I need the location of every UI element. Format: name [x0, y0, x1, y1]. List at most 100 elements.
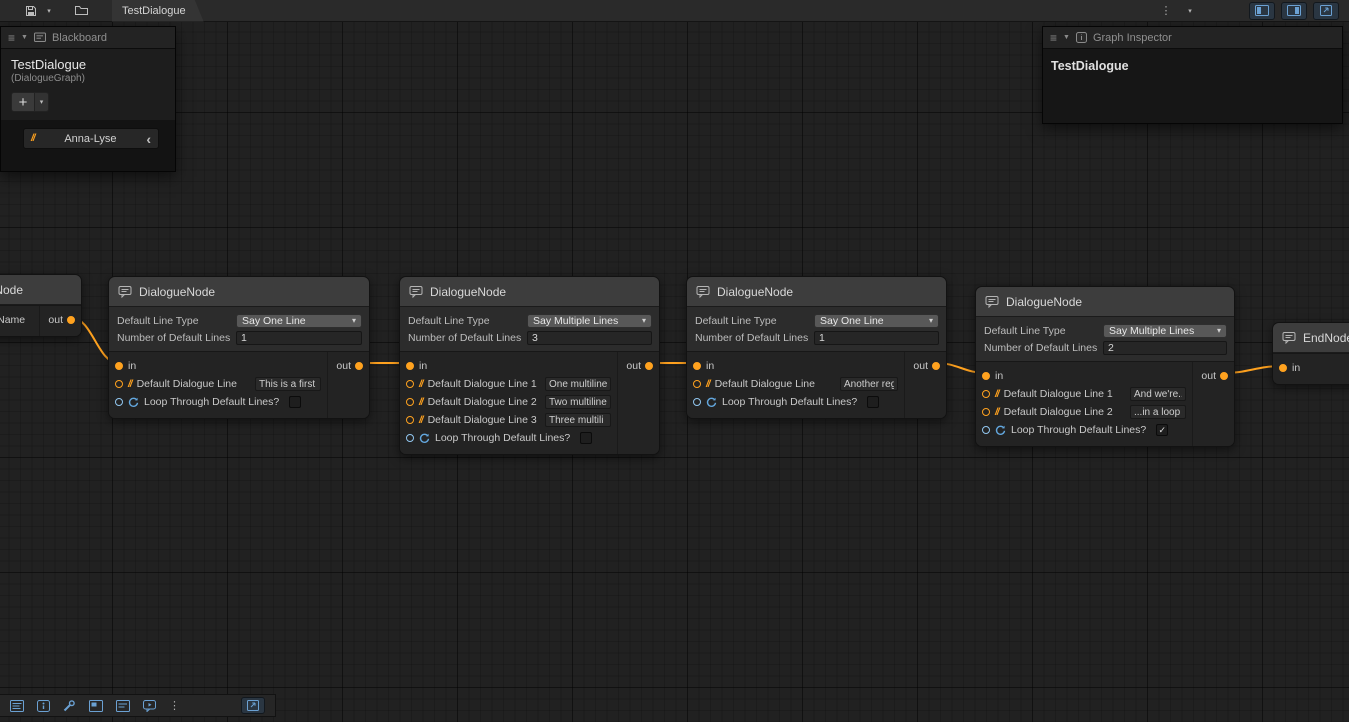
console-button[interactable]: [10, 700, 24, 712]
dialogue-line-field[interactable]: [545, 413, 611, 427]
node-title-bar[interactable]: DialogueNode: [687, 277, 946, 307]
graph-inspector-header[interactable]: ≡ ▼ i Graph Inspector: [1043, 27, 1342, 49]
dialogue-line-field[interactable]: [255, 377, 321, 391]
kebab-menu-button[interactable]: ⋮: [1157, 2, 1175, 20]
default-line-type-dropdown[interactable]: Say Multiple Lines ▾: [1103, 324, 1227, 338]
dialogue-line-port[interactable]: [406, 398, 414, 406]
loop-checkbox[interactable]: ✓: [1156, 424, 1168, 436]
number-of-default-lines-field[interactable]: [814, 331, 939, 345]
inspector-button[interactable]: [37, 700, 50, 712]
in-port[interactable]: [115, 362, 123, 370]
chevron-down-icon: ▾: [348, 317, 356, 325]
save-button[interactable]: [22, 2, 40, 20]
dialogue-line-field[interactable]: [840, 377, 898, 391]
dialogue-line-port[interactable]: [982, 408, 990, 416]
out-port[interactable]: [932, 362, 940, 370]
save-dropdown-button[interactable]: ▾: [40, 2, 58, 20]
in-port[interactable]: [982, 372, 990, 380]
property-label: Number of Default Lines: [695, 332, 814, 344]
out-port[interactable]: [67, 316, 75, 324]
graph-name: TestDialogue: [11, 57, 165, 72]
maximize-button[interactable]: [1313, 2, 1339, 20]
loop-checkbox[interactable]: [867, 396, 879, 408]
graph-subtitle: (DialogueGraph): [11, 73, 165, 84]
loop-port[interactable]: [693, 398, 701, 406]
blackboard-icon: [116, 700, 130, 712]
minimap-button[interactable]: [89, 700, 103, 712]
node-title: DialogueNode: [139, 285, 215, 299]
blackboard-button[interactable]: [116, 700, 130, 712]
number-of-default-lines-field[interactable]: [1103, 341, 1227, 355]
in-port[interactable]: [406, 362, 414, 370]
collapse-chevron-icon[interactable]: ‹: [146, 132, 151, 146]
open-external-icon: [247, 700, 259, 711]
loop-port[interactable]: [115, 398, 123, 406]
dialogue-line-port[interactable]: [115, 380, 123, 388]
node-title-bar[interactable]: EndNode: [1273, 323, 1349, 353]
dialogue-node-2[interactable]: DialogueNode Default Line Type Say Multi…: [399, 276, 660, 455]
in-port[interactable]: [1279, 364, 1287, 372]
collapse-arrow-icon[interactable]: ▼: [21, 34, 28, 41]
add-property-dropdown[interactable]: ▾: [35, 92, 49, 112]
blackboard-icon: [34, 32, 46, 43]
port-row: out: [328, 357, 369, 375]
open-external-button[interactable]: [241, 697, 265, 714]
dialogue-node-4[interactable]: DialogueNode Default Line Type Say Multi…: [975, 286, 1235, 447]
blackboard-header[interactable]: ≡ ▼ Blackboard: [1, 27, 175, 49]
dialogue-line-field[interactable]: [545, 377, 611, 391]
port-label: in: [706, 360, 714, 372]
node-title-bar[interactable]: DialogueNode: [976, 287, 1234, 317]
blackboard-toggle-button[interactable]: [1249, 2, 1275, 20]
add-property-button[interactable]: +: [11, 92, 35, 112]
console-icon: [10, 700, 24, 712]
inspector-toggle-button[interactable]: [1281, 2, 1307, 20]
out-port[interactable]: [355, 362, 363, 370]
exposed-property-name: Anna-Lyse: [40, 133, 142, 145]
graph-inspector-panel[interactable]: ≡ ▼ i Graph Inspector TestDialogue: [1042, 26, 1343, 124]
hamburger-icon[interactable]: ≡: [1050, 32, 1057, 44]
default-line-type-dropdown[interactable]: Say One Line ▾: [236, 314, 362, 328]
port-label: out: [626, 360, 641, 372]
loop-checkbox[interactable]: [580, 432, 592, 444]
out-port[interactable]: [1220, 372, 1228, 380]
number-of-default-lines-field[interactable]: [527, 331, 652, 345]
loop-checkbox[interactable]: [289, 396, 301, 408]
dialogue-line-port[interactable]: [406, 416, 414, 424]
view-dropdown-button[interactable]: ▾: [1181, 2, 1199, 20]
node-title-bar[interactable]: DialogueNode: [109, 277, 369, 307]
dialogue-node-1[interactable]: DialogueNode Default Line Type Say One L…: [108, 276, 370, 419]
open-asset-button[interactable]: [72, 2, 90, 20]
dialogue-icon: [985, 295, 999, 308]
start-node[interactable]: StartNode SpeakerName out: [0, 274, 82, 337]
in-port[interactable]: [693, 362, 701, 370]
node-title-bar[interactable]: DialogueNode: [400, 277, 659, 307]
loop-port[interactable]: [982, 426, 990, 434]
default-line-type-dropdown[interactable]: Say One Line ▾: [814, 314, 939, 328]
chevron-down-icon: ▾: [925, 317, 933, 325]
dialogue-line-port[interactable]: [982, 390, 990, 398]
node-title-bar[interactable]: StartNode: [0, 275, 81, 305]
dialogue-node-3[interactable]: DialogueNode Default Line Type Say One L…: [686, 276, 947, 419]
exposed-property-row[interactable]: // Anna-Lyse ‹: [23, 128, 159, 149]
blackboard-panel[interactable]: ≡ ▼ Blackboard TestDialogue (DialogueGra…: [0, 26, 176, 172]
property-label: Number of Default Lines: [984, 342, 1103, 354]
end-node[interactable]: EndNode in: [1272, 322, 1349, 385]
dialogue-line-field[interactable]: [545, 395, 611, 409]
dialogue-line-port[interactable]: [693, 380, 701, 388]
dialogue-panel-button[interactable]: [143, 700, 156, 712]
dialogue-line-field[interactable]: [1130, 387, 1186, 401]
dropdown-value: Say Multiple Lines: [1109, 325, 1194, 337]
out-port[interactable]: [645, 362, 653, 370]
kebab-menu-button[interactable]: ⋮: [169, 699, 180, 712]
number-of-default-lines-field[interactable]: [236, 331, 362, 345]
port-row: out: [618, 357, 659, 375]
dialogue-line-field[interactable]: [1130, 405, 1186, 419]
default-line-type-dropdown[interactable]: Say Multiple Lines ▾: [527, 314, 652, 328]
tab-testdialogue[interactable]: TestDialogue: [112, 0, 204, 22]
dialogue-line-port[interactable]: [406, 380, 414, 388]
hamburger-icon[interactable]: ≡: [8, 32, 15, 44]
port-label: in: [995, 370, 1003, 382]
tools-button[interactable]: [63, 700, 76, 712]
loop-port[interactable]: [406, 434, 414, 442]
collapse-arrow-icon[interactable]: ▼: [1063, 34, 1070, 41]
